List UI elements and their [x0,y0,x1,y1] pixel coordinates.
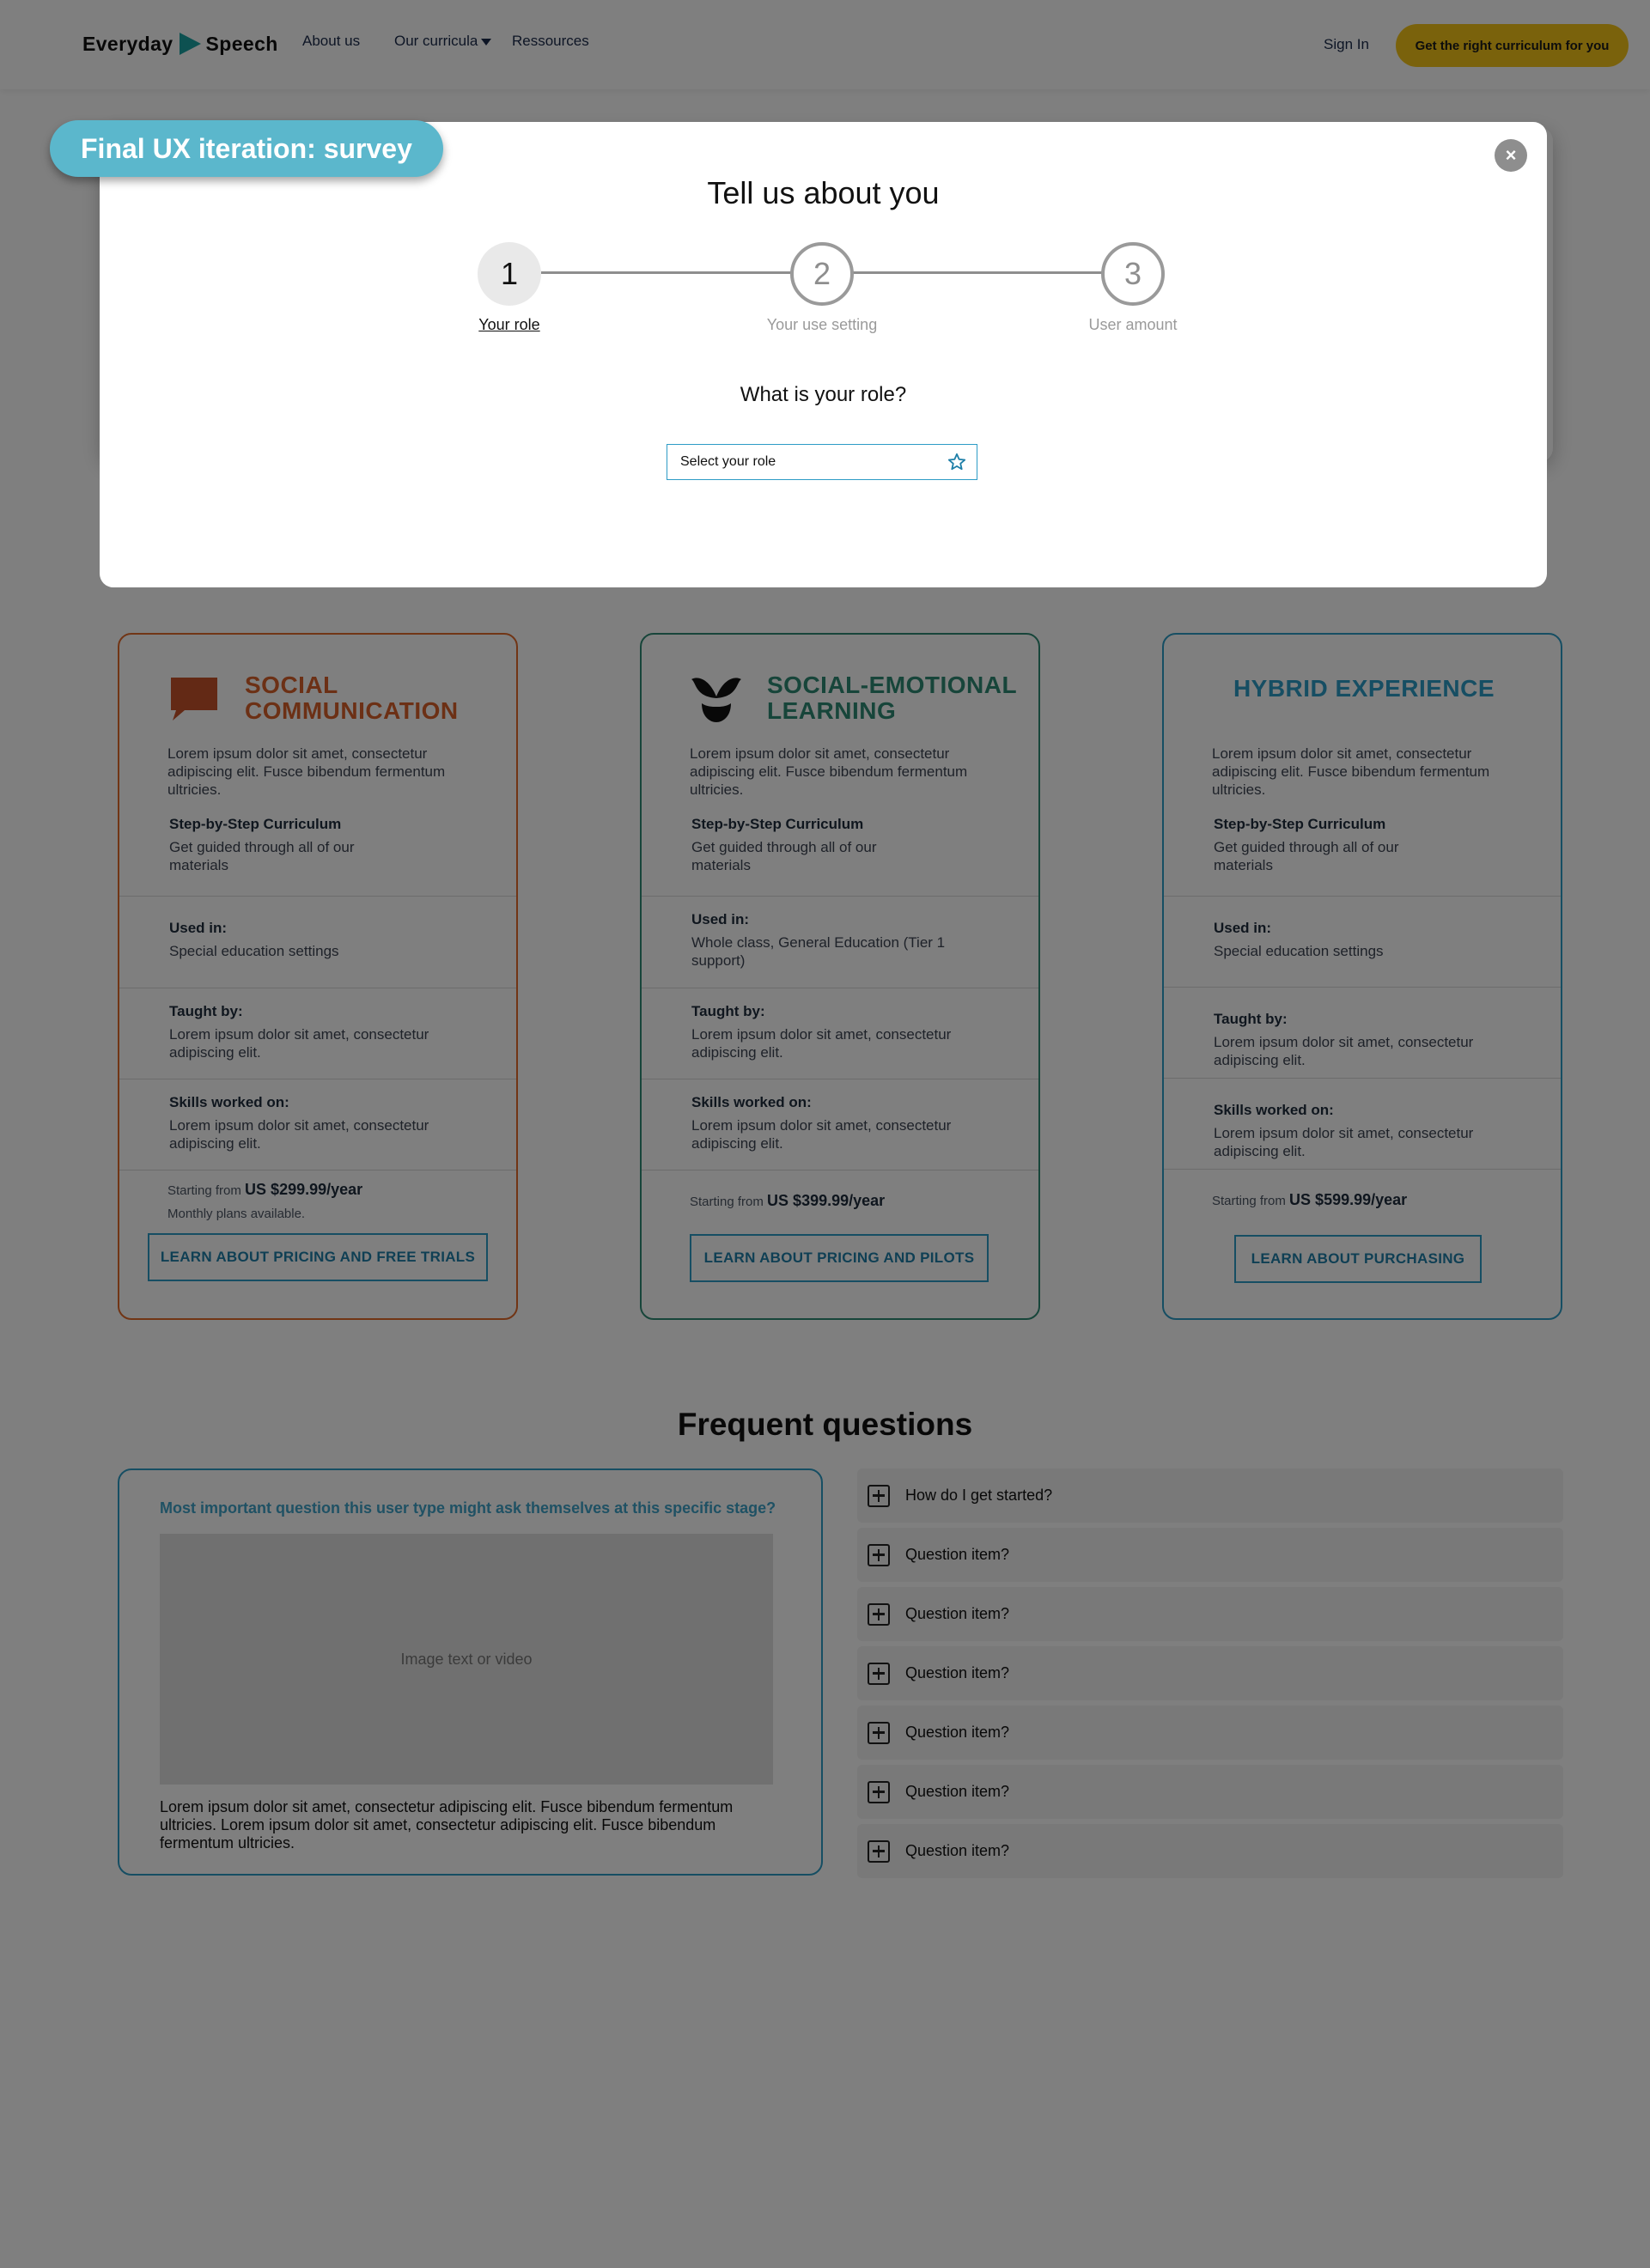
step-1-label[interactable]: Your role [415,316,604,334]
close-button[interactable]: × [1495,139,1527,172]
role-question: What is your role? [740,383,907,406]
role-select[interactable]: Select your role [667,444,977,480]
step-3-circle[interactable]: 3 [1101,242,1165,306]
step-1-circle[interactable]: 1 [478,242,541,306]
role-select-value: Select your role [680,454,776,469]
step-2-label[interactable]: Your use setting [728,316,916,334]
modal-title: Tell us about you [707,175,940,210]
iteration-badge: Final UX iteration: survey [50,120,443,177]
survey-modal: × Tell us about you 1 2 3 Your role Your… [100,122,1547,587]
stepper-connector [852,271,1132,274]
close-icon: × [1505,144,1517,166]
step-2-circle[interactable]: 2 [790,242,854,306]
star-icon [947,453,966,471]
step-3-label[interactable]: User amount [1038,316,1227,334]
stepper-connector [541,271,816,274]
